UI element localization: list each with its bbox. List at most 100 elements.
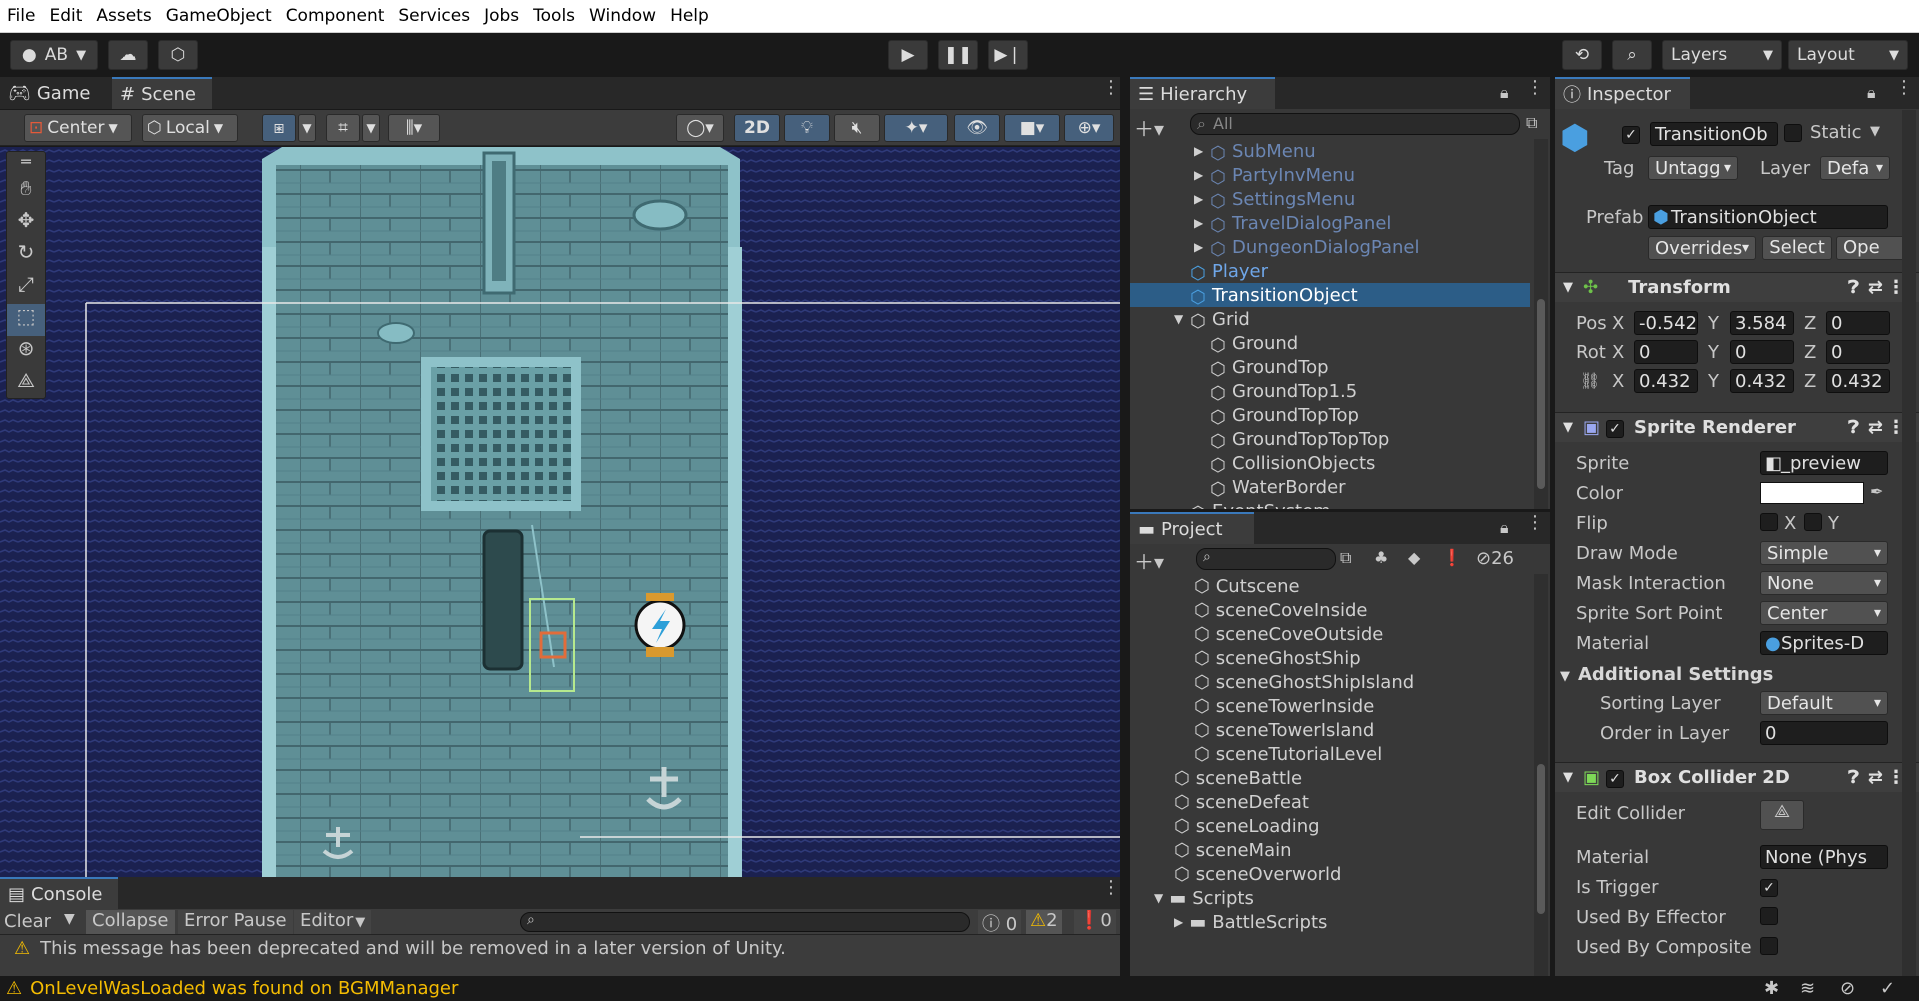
console-search-input[interactable]: ⌕ xyxy=(520,912,970,932)
static-checkbox[interactable] xyxy=(1784,124,1802,146)
pos-x-field[interactable]: -0.542 xyxy=(1634,311,1698,335)
inspector-scrollbar[interactable] xyxy=(1902,110,1916,976)
project-asset[interactable]: ⬡ sceneOverworld xyxy=(1174,862,1341,886)
project-scrollbar[interactable] xyxy=(1534,574,1548,976)
lock-icon[interactable]: 🔒︎ xyxy=(1500,518,1509,538)
info-count-toggle[interactable]: ⓘ 0 xyxy=(978,910,1022,935)
pos-y-field[interactable]: 3.584 xyxy=(1730,311,1794,335)
more-icon[interactable]: ⋮ xyxy=(1526,79,1544,97)
warning-count-toggle[interactable]: ⚠2 xyxy=(1026,910,1062,934)
menu-help[interactable]: Help xyxy=(663,6,716,26)
pause-button[interactable]: ❚❚ xyxy=(938,40,978,70)
chevron-down-icon[interactable]: ▼ xyxy=(1870,124,1880,139)
toggle-2d-button[interactable]: 2D xyxy=(734,114,780,142)
used-by-effector-checkbox[interactable] xyxy=(1760,907,1778,929)
hierarchy-item[interactable]: ⬡ GroundTopTop xyxy=(1130,403,1530,429)
menu-jobs[interactable]: Jobs xyxy=(477,6,526,26)
flip-x-checkbox[interactable] xyxy=(1760,513,1778,535)
hierarchy-item[interactable]: ▶ ⬡ TravelDialogPanel xyxy=(1130,211,1530,237)
tag-dropdown[interactable]: Untagg xyxy=(1648,156,1738,180)
preset-icon[interactable]: ⇄ xyxy=(1868,767,1883,788)
rot-z-field[interactable]: 0 xyxy=(1826,340,1890,364)
scene-visibility-toggle[interactable]: 👁︎ xyxy=(954,114,1000,142)
tab-scene[interactable]: # Scene xyxy=(112,77,212,109)
project-asset[interactable]: ⬡ sceneLoading xyxy=(1174,814,1320,838)
more-icon[interactable]: ⋮ xyxy=(1895,79,1913,97)
rect-tool-icon[interactable]: ⬚ xyxy=(7,304,45,336)
grid-visibility-button[interactable]: ⌗ xyxy=(326,114,360,142)
is-trigger-checkbox[interactable]: ✓ xyxy=(1760,877,1778,897)
hierarchy-item[interactable]: ▶ ⬡ SubMenu xyxy=(1130,139,1530,165)
menu-gameobject[interactable]: GameObject xyxy=(159,6,279,26)
color-swatch[interactable] xyxy=(1760,482,1864,504)
collapsed-arrow-icon[interactable]: ▶ xyxy=(1194,192,1210,206)
material-field[interactable]: ● Sprites-D xyxy=(1760,631,1888,655)
rot-x-field[interactable]: 0 xyxy=(1634,340,1698,364)
hierarchy-item[interactable]: ▶ ⬡ DungeonDialogPanel xyxy=(1130,235,1530,261)
cache-icon[interactable]: ≋ xyxy=(1800,978,1815,999)
expanded-arrow-icon[interactable]: ▼ xyxy=(1154,891,1163,905)
hierarchy-item[interactable]: ⬡Player› xyxy=(1130,259,1530,285)
collapsed-arrow-icon[interactable]: ▶ xyxy=(1174,915,1183,929)
scene-viewport[interactable]: ═ ✋︎ ✥ ↻ ⤢ ⬚ ⊛ ⟁ xyxy=(0,147,1120,877)
hierarchy-search-input[interactable]: ⌕ All xyxy=(1190,113,1520,135)
palette-handle[interactable]: ═ xyxy=(7,152,45,176)
transform-tool-icon[interactable]: ⊛ xyxy=(7,336,45,368)
tab-inspector[interactable]: ⓘ Inspector xyxy=(1555,77,1690,109)
gpu-icon[interactable]: ⊘ xyxy=(1840,978,1855,999)
enabled-checkbox[interactable]: ✓ xyxy=(1606,417,1625,438)
play-button[interactable]: ▶ xyxy=(888,40,928,70)
object-name-field[interactable]: TransitionOb xyxy=(1650,122,1778,146)
search-button[interactable]: ⌕ xyxy=(1612,40,1652,70)
editor-dropdown[interactable]: Editor ▼ xyxy=(294,910,372,934)
used-by-composite-checkbox[interactable] xyxy=(1760,937,1778,959)
draw-mode-dropdown[interactable]: Simple xyxy=(1760,541,1888,565)
pivot-dropdown[interactable]: ⊡ Center ▼ xyxy=(24,114,132,142)
console-log-entry[interactable]: ⚠ This message has been deprecated and w… xyxy=(0,936,1100,960)
project-asset[interactable]: ⬡ sceneGhostShip xyxy=(1194,646,1361,670)
hand-tool-icon[interactable]: ✋︎ xyxy=(7,176,45,208)
collapsed-arrow-icon[interactable]: ▶ xyxy=(1194,216,1210,230)
collapsed-arrow-icon[interactable]: ▶ xyxy=(1194,240,1210,254)
project-folder[interactable]: ▶ ▬ BattleScripts xyxy=(1174,910,1327,934)
hierarchy-item[interactable]: ⬡TransitionObject› xyxy=(1130,283,1530,308)
grid-snap-button[interactable]: ⧆ xyxy=(262,114,296,142)
lock-icon[interactable]: 🔒︎ xyxy=(1867,83,1876,103)
menu-window[interactable]: Window xyxy=(582,6,663,26)
error-pause-button[interactable]: Error Pause xyxy=(178,910,293,934)
order-in-layer-field[interactable]: 0 xyxy=(1760,721,1888,745)
hierarchy-item[interactable]: ⬡ GroundTop xyxy=(1130,355,1530,381)
create-button[interactable]: ＋▾ xyxy=(1134,546,1164,575)
layers-dropdown[interactable]: Layers ▼ xyxy=(1662,40,1782,70)
more-icon[interactable]: ⋮ xyxy=(1526,514,1544,532)
lock-icon[interactable]: 🔒︎ xyxy=(1500,83,1509,103)
collapse-button[interactable]: Collapse xyxy=(86,910,175,934)
step-button[interactable]: ▶❘ xyxy=(988,40,1028,70)
hierarchy-item[interactable]: ⬡ Ground xyxy=(1130,331,1530,357)
expanded-arrow-icon[interactable]: ▼ xyxy=(1174,312,1190,326)
scale-y-field[interactable]: 0.432 xyxy=(1730,369,1794,393)
filter-type-icon[interactable]: ♣ xyxy=(1374,548,1388,567)
project-asset[interactable]: ⬡ sceneDefeat xyxy=(1174,790,1309,814)
box-collider-header[interactable]: ▼ ▣ ✓ Box Collider 2D ❓︎ ⇄ ⋮ xyxy=(1555,762,1919,792)
constrain-scale-icon[interactable]: ⛓ xyxy=(1580,371,1600,390)
project-asset[interactable]: ⬡ sceneCoveOutside xyxy=(1194,622,1383,646)
project-asset[interactable]: ⬡ sceneGhostShipIsland xyxy=(1194,670,1414,694)
tab-console[interactable]: ▤ Console xyxy=(0,877,118,909)
draw-mode-dropdown[interactable]: ◯▾ xyxy=(676,114,724,142)
menu-assets[interactable]: Assets xyxy=(89,6,158,26)
scene-search-icon[interactable]: ⧉ xyxy=(1526,113,1537,133)
error-count-toggle[interactable]: ❗0 xyxy=(1074,910,1116,934)
audio-toggle[interactable]: 🔇︎ xyxy=(834,114,880,142)
chevron-down-icon[interactable]: ▼ xyxy=(64,911,75,927)
hierarchy-item[interactable]: ⬡ EventSystem xyxy=(1130,499,1530,510)
hierarchy-scrollbar[interactable] xyxy=(1534,139,1548,509)
enabled-checkbox[interactable]: ✓ xyxy=(1606,767,1625,788)
hierarchy-item[interactable]: ▶ ⬡ PartyInvMenu xyxy=(1130,163,1530,189)
project-asset[interactable]: ⬡ sceneCoveInside xyxy=(1194,598,1367,622)
sorting-layer-dropdown[interactable]: Default xyxy=(1760,691,1888,715)
flip-y-checkbox[interactable] xyxy=(1804,513,1822,535)
transform-header[interactable]: ▼ ✣ Transform ❓︎ ⇄ ⋮ xyxy=(1555,272,1919,302)
sort-point-dropdown[interactable]: Center xyxy=(1760,601,1888,625)
tab-hierarchy[interactable]: ☰ Hierarchy xyxy=(1130,77,1275,109)
